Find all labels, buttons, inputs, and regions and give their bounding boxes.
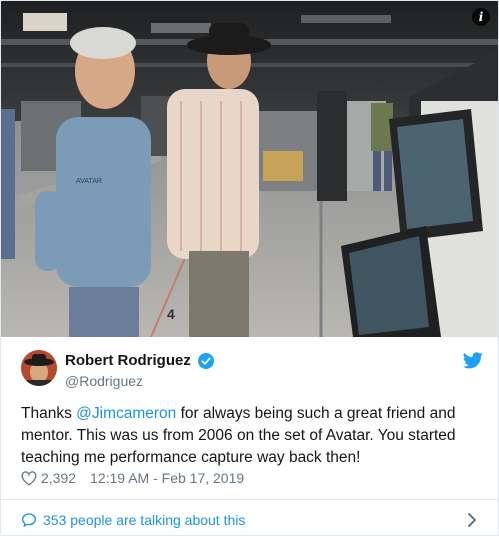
set-photo-illustration: 4 AVATAR	[1, 1, 498, 337]
avatar-image	[21, 350, 57, 386]
tweet-embed-card: 4 AVATAR i Robert Rodriguez @Rodriguez T…	[0, 0, 499, 536]
tweet-text-start: Thanks	[21, 405, 77, 422]
info-icon[interactable]: i	[472, 8, 490, 26]
tweet-photo[interactable]: 4 AVATAR i	[1, 1, 498, 337]
tweet-text: Thanks @Jimcameron for always being such…	[21, 403, 481, 469]
floor-number-text: 4	[167, 306, 175, 322]
divider	[1, 499, 498, 500]
avatar[interactable]	[21, 350, 57, 386]
speech-bubble-icon	[21, 513, 37, 528]
display-name[interactable]: Robert Rodriguez	[65, 352, 191, 369]
heart-icon[interactable]	[21, 470, 37, 486]
tweet-header: Robert Rodriguez @Rodriguez	[21, 350, 483, 390]
conversation-link[interactable]: 353 people are talking about this	[21, 509, 479, 531]
mention-link[interactable]: @Jimcameron	[76, 405, 176, 422]
like-count[interactable]: 2,392	[41, 470, 76, 486]
shirt-logo-text: AVATAR	[76, 178, 102, 185]
handle[interactable]: @Rodriguez	[65, 373, 214, 389]
author-block[interactable]: Robert Rodriguez @Rodriguez	[65, 352, 215, 389]
twitter-bird-icon[interactable]	[463, 352, 483, 369]
timestamp[interactable]: 12:19 AM - Feb 17, 2019	[90, 470, 244, 486]
tweet-meta: 2,392 12:19 AM - Feb 17, 2019	[21, 470, 244, 486]
chevron-right-icon[interactable]	[467, 512, 477, 528]
verified-badge-icon	[198, 352, 215, 369]
conversation-label[interactable]: 353 people are talking about this	[43, 512, 245, 528]
